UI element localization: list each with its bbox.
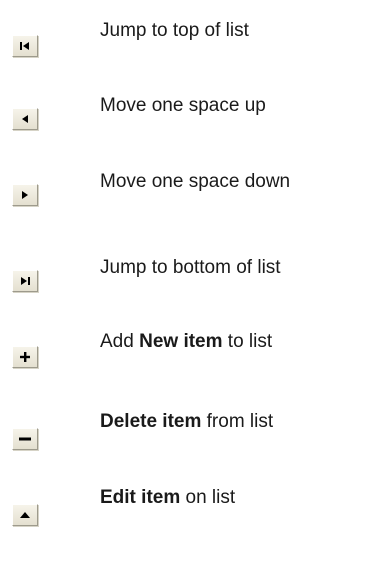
- legend-row-move-up: Move one space up: [0, 91, 373, 131]
- jump-to-top-icon: [19, 42, 31, 50]
- jump-to-bottom-icon: [19, 277, 31, 285]
- legend-row-delete: Delete item from list: [0, 405, 373, 450]
- legend-label-jump-bottom: Jump to bottom of list: [100, 257, 281, 278]
- legend-label-delete-bold: Delete item: [100, 411, 202, 432]
- legend-label-add-bold: New item: [139, 331, 223, 352]
- button-legend: Jump to top of list Move one space up Mo…: [0, 0, 373, 563]
- plus-icon: [20, 352, 30, 362]
- legend-label-add: Add New item to list: [100, 331, 273, 352]
- legend-label-move-down: Move one space down: [100, 171, 291, 192]
- move-up-button[interactable]: [12, 108, 38, 130]
- move-down-icon: [21, 191, 29, 199]
- legend-row-move-down: Move one space down: [0, 167, 373, 207]
- legend-row-jump-bottom: Jump to bottom of list: [0, 247, 373, 292]
- legend-label-edit-bold: Edit item: [100, 487, 181, 508]
- legend-label-move-up: Move one space up: [100, 95, 266, 116]
- legend-row-add: Add New item to list: [0, 325, 373, 368]
- add-item-button[interactable]: [12, 346, 38, 368]
- move-down-button[interactable]: [12, 184, 38, 206]
- legend-row-jump-top: Jump to top of list: [0, 14, 373, 57]
- move-up-icon: [21, 115, 29, 123]
- minus-icon: [19, 437, 31, 441]
- legend-label-jump-top: Jump to top of list: [100, 20, 249, 41]
- jump-to-top-button[interactable]: [12, 35, 38, 57]
- legend-row-edit: Edit item on list: [0, 481, 373, 526]
- jump-to-bottom-button[interactable]: [12, 270, 38, 292]
- delete-item-button[interactable]: [12, 428, 38, 450]
- caret-up-icon: [20, 512, 30, 518]
- legend-label-edit: Edit item on list: [100, 487, 236, 508]
- legend-label-delete: Delete item from list: [100, 411, 274, 432]
- edit-item-button[interactable]: [12, 504, 38, 526]
